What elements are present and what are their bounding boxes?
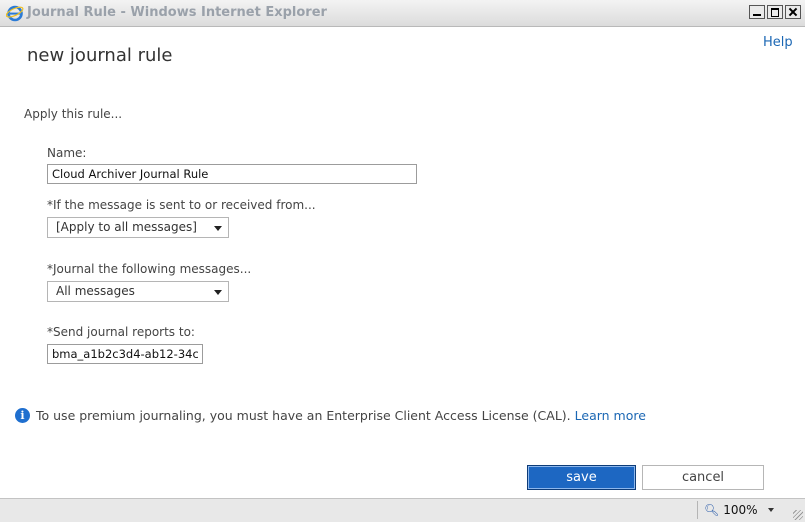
window-titlebar: Journal Rule - Windows Internet Explorer (0, 0, 805, 27)
minimize-button[interactable] (749, 5, 765, 19)
resize-grip[interactable] (793, 510, 803, 520)
chevron-down-icon (214, 290, 222, 295)
zoom-control[interactable]: 🔍︎ 100% (697, 501, 789, 519)
scope-label: *Journal the following messages... (47, 262, 252, 276)
maximize-button[interactable] (767, 5, 783, 19)
section-label: Apply this rule... (24, 107, 123, 121)
recipient-label: *If the message is sent to or received f… (47, 198, 316, 212)
page-title: new journal rule (27, 45, 173, 66)
recipient-dropdown[interactable]: [Apply to all messages] (47, 217, 229, 238)
scope-dropdown[interactable]: All messages (47, 281, 229, 302)
name-input[interactable] (47, 164, 417, 184)
status-bar: 🔍︎ 100% (0, 498, 805, 522)
cancel-button[interactable]: cancel (642, 465, 764, 490)
info-icon: i (15, 408, 30, 423)
window-title: Journal Rule - Windows Internet Explorer (27, 5, 327, 20)
info-text: To use premium journaling, you must have… (36, 408, 571, 423)
send-to-input[interactable] (47, 344, 203, 364)
save-button[interactable]: save (527, 465, 636, 490)
internet-explorer-icon (6, 5, 24, 22)
name-label: Name: (47, 146, 87, 160)
info-message: i To use premium journaling, you must ha… (15, 408, 646, 423)
zoom-level: 100% (723, 503, 758, 517)
help-link[interactable]: Help (763, 35, 793, 50)
learn-more-link[interactable]: Learn more (575, 408, 646, 423)
zoom-icon: 🔍︎ (704, 503, 720, 517)
close-button[interactable] (785, 5, 801, 19)
window-controls (749, 5, 801, 19)
chevron-down-icon (214, 226, 222, 231)
send-to-label: *Send journal reports to: (47, 325, 195, 339)
scope-selected-value: All messages (56, 284, 135, 298)
recipient-selected-value: [Apply to all messages] (56, 220, 197, 234)
chevron-down-icon (767, 508, 774, 512)
